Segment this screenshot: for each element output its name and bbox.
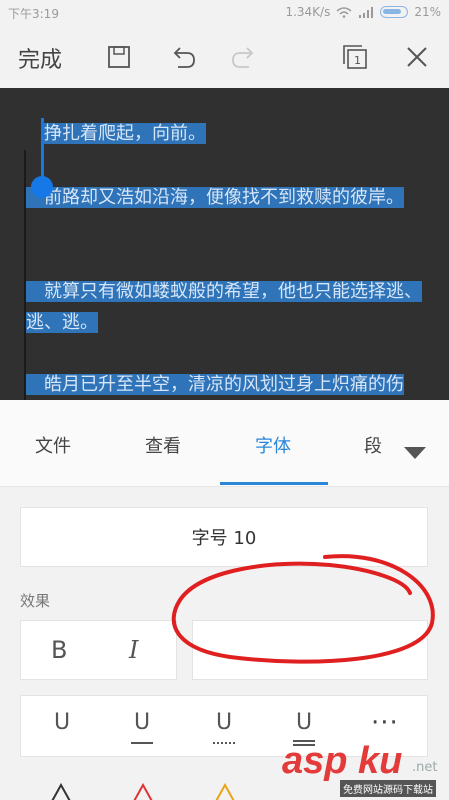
status-bar: 下午3:19 1.34K/s 21% — [0, 0, 449, 26]
tab-file[interactable]: 文件 — [35, 432, 71, 458]
paragraph-text: 挣扎着爬起，向前。 — [44, 123, 206, 144]
battery-icon — [380, 6, 409, 18]
font-highlight-icon[interactable] — [212, 783, 238, 800]
underline-button[interactable]: U — [45, 708, 79, 746]
signal-icon — [359, 6, 374, 18]
font-color-icon[interactable] — [48, 783, 74, 800]
paragraph-text: 就算只有微如蝼蚁般的希望，他也只能选择逃、逃、逃。 — [26, 281, 422, 333]
undo-icon[interactable] — [168, 42, 198, 72]
underline-single-line — [131, 742, 153, 744]
paragraph[interactable]: 皓月已升至半空，清凉的风划过身上炽痛的伤口，似乎也不再那么难受。 — [26, 369, 426, 400]
paragraph-text: 前路却又浩如沿海，便像找不到救赎的彼岸。 — [26, 187, 404, 208]
underline-dotted-line — [213, 742, 235, 744]
tab-font[interactable]: 字体 — [255, 432, 291, 458]
watermark-tagline: 免费网站源码下载站 — [340, 780, 436, 797]
redo-icon[interactable] — [229, 42, 259, 72]
svg-text:1: 1 — [354, 54, 361, 67]
done-button[interactable]: 完成 — [18, 42, 62, 74]
network-speed: 1.34K/s — [285, 5, 331, 19]
close-icon[interactable] — [402, 42, 432, 72]
tab-paragraph[interactable]: 段 — [364, 432, 382, 458]
underline-dotted-button[interactable]: U — [207, 708, 241, 746]
watermark-domain: .net — [412, 760, 438, 775]
tab-view[interactable]: 查看 — [145, 432, 181, 458]
paragraph-text: 皓月已升至半空，清凉的风划过身上炽痛的伤口，似乎也不再那么难受。 — [26, 374, 404, 400]
effects-label: 效果 — [20, 592, 51, 610]
underline-single-button[interactable]: U — [125, 708, 159, 746]
watermark-logo: asp ku — [282, 740, 403, 782]
paragraph[interactable]: 前路却又浩如沿海，便像找不到救赎的彼岸。 — [0, 182, 426, 213]
font-color-red-icon[interactable] — [130, 783, 156, 800]
selection-start-handle[interactable] — [31, 176, 53, 198]
more-effects-button[interactable]: ··· — [371, 708, 399, 738]
status-right: 1.34K/s 21% — [285, 5, 441, 19]
document-view[interactable]: 挣扎着爬起，向前。 前路却又浩如沿海，便像找不到救赎的彼岸。 就算只有微如蝼蚁般… — [0, 88, 449, 400]
paragraph[interactable]: 就算只有微如蝼蚁般的希望，他也只能选择逃、逃、逃。 — [26, 276, 426, 338]
status-time: 下午3:19 — [8, 7, 59, 21]
editor-toolbar: 完成 1 — [0, 26, 449, 88]
expand-tabs-icon[interactable] — [404, 447, 426, 459]
save-icon[interactable] — [104, 42, 134, 72]
pages-icon[interactable]: 1 — [340, 42, 370, 72]
active-tab-indicator — [220, 482, 328, 485]
wifi-icon — [336, 6, 352, 18]
selection-start-cursor — [41, 118, 44, 182]
annotation-circle — [171, 554, 435, 664]
bold-button[interactable]: B — [51, 636, 67, 664]
battery-percent: 21% — [414, 5, 441, 19]
ribbon-tabs: 文件 查看 字体 段 — [0, 400, 449, 487]
bold-italic-group: B I — [20, 620, 177, 680]
paragraph[interactable]: 挣扎着爬起，向前。 — [26, 118, 426, 149]
italic-button[interactable]: I — [129, 636, 138, 664]
